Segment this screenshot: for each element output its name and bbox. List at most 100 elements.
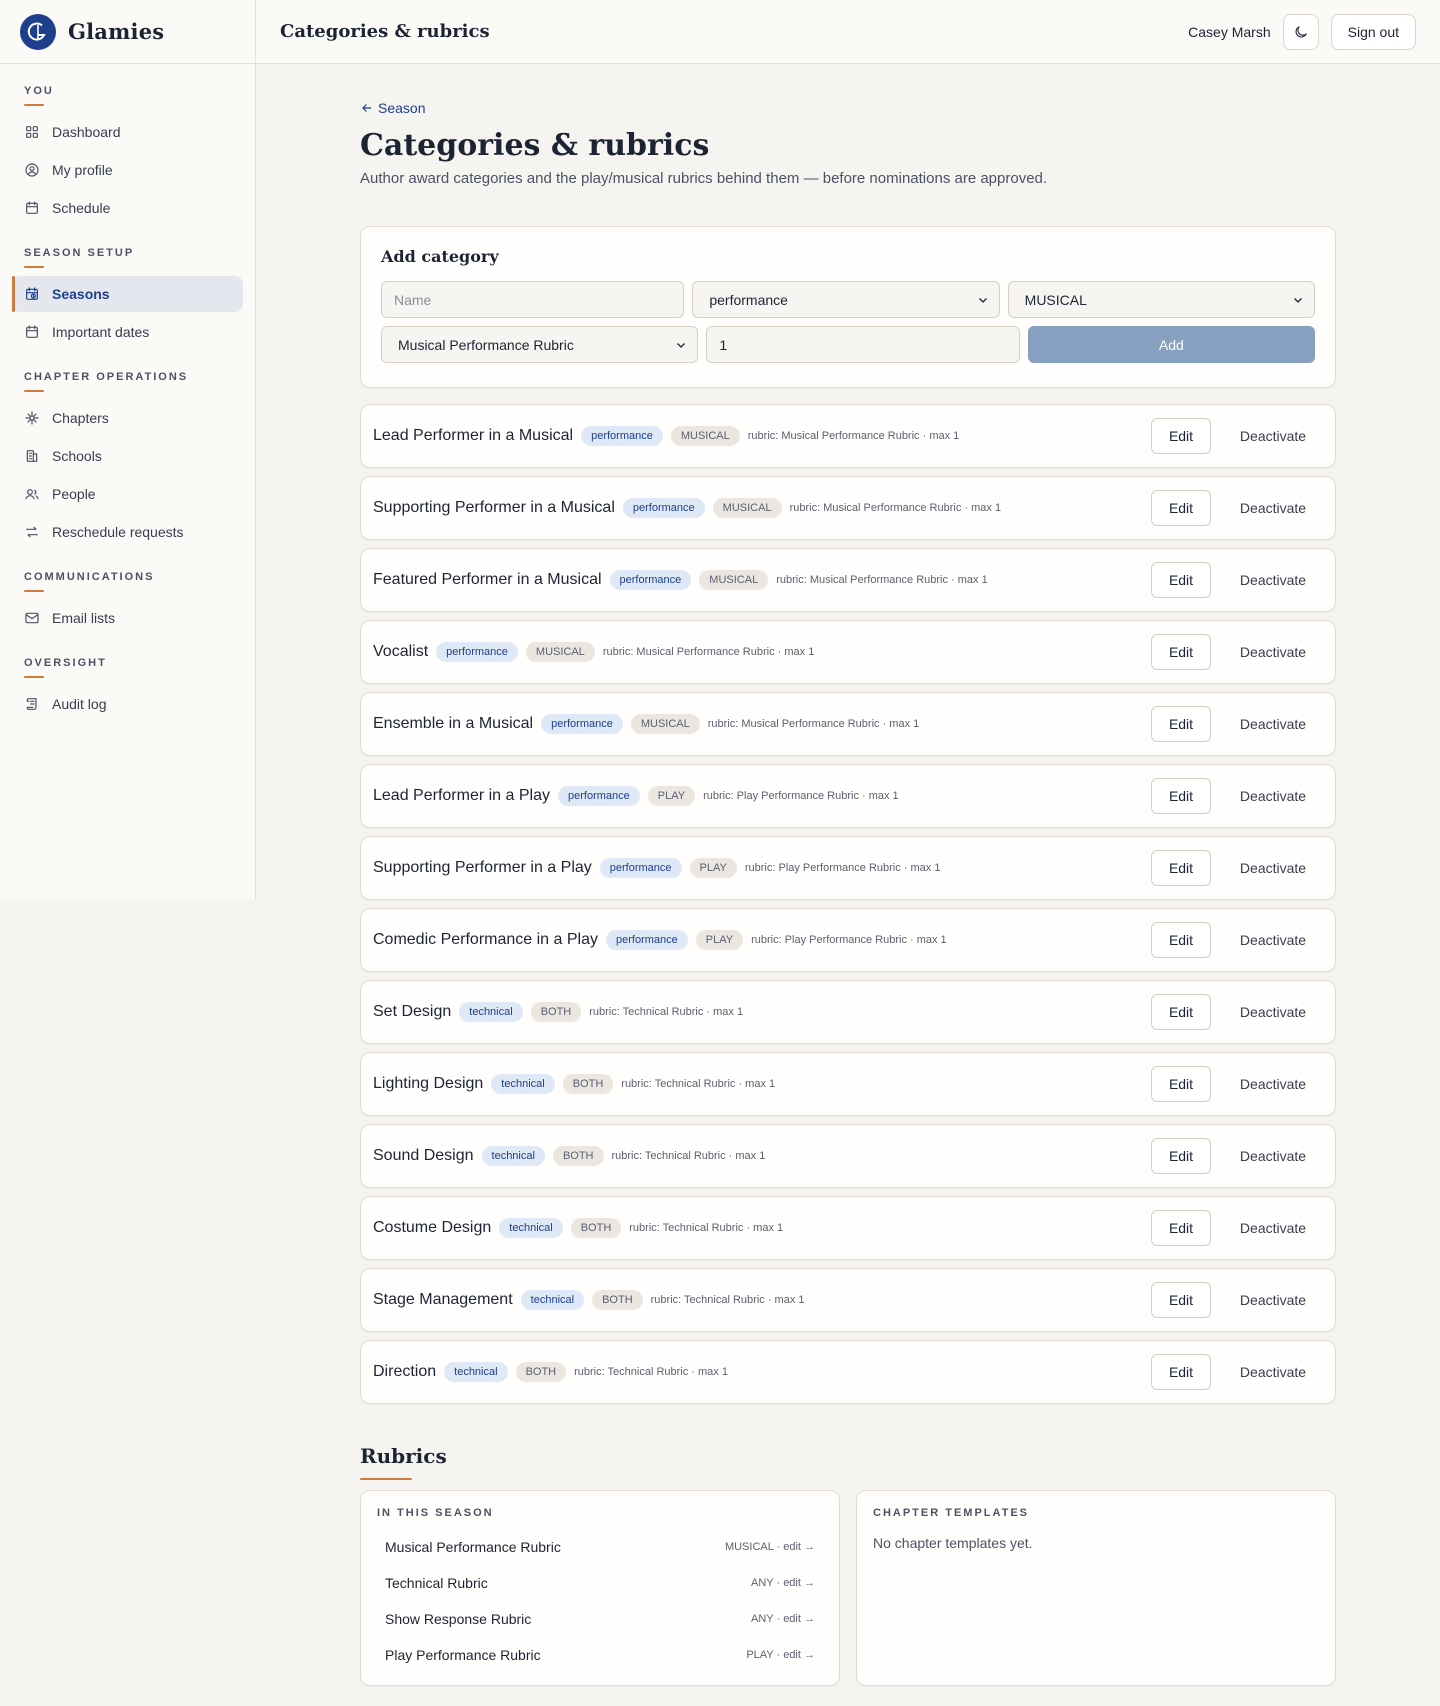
edit-category-button[interactable]: Edit (1151, 778, 1211, 814)
sign-out-button[interactable]: Sign out (1330, 13, 1416, 50)
season-rubric-list: Musical Performance Rubric MUSICAL · edit… (377, 1529, 823, 1673)
edit-category-button[interactable]: Edit (1151, 994, 1211, 1030)
category-type-badge: performance (609, 570, 692, 590)
chevron-down-icon (677, 343, 686, 348)
category-name: Ensemble in a Musical (373, 715, 534, 732)
category-name: Set Design (373, 1003, 452, 1020)
theme-toggle-button[interactable] (1282, 13, 1319, 50)
deactivate-category-button[interactable]: Deactivate (1223, 1138, 1323, 1174)
sidebar-item-schedule[interactable]: Schedule (12, 190, 243, 226)
category-row: Supporting Performer in a Musical perform… (360, 476, 1336, 540)
sidebar-item-label: Email lists (52, 610, 116, 626)
rubric-edit-link[interactable]: MUSICAL · edit → (725, 1541, 815, 1553)
category-name: Costume Design (373, 1219, 492, 1236)
deactivate-category-button[interactable]: Deactivate (1223, 1210, 1323, 1246)
category-rubric-meta: rubric: Musical Performance Rubric · max… (707, 718, 920, 730)
deactivate-category-button[interactable]: Deactivate (1223, 562, 1323, 598)
category-name: Lead Performer in a Musical (373, 427, 574, 444)
sidebar-item-label: My profile (52, 162, 113, 178)
sidebar-item-people[interactable]: People (12, 476, 243, 512)
brand-name: Glamies (68, 19, 165, 44)
sidebar-item-reschedule-requests[interactable]: Reschedule requests (12, 514, 243, 550)
category-rubric-meta: rubric: Technical Rubric · max 1 (611, 1150, 766, 1162)
rubric-edit-link[interactable]: ANY · edit → (751, 1577, 815, 1589)
deactivate-category-button[interactable]: Deactivate (1223, 922, 1323, 958)
category-type-badge: technical (481, 1146, 545, 1166)
edit-category-button[interactable]: Edit (1151, 490, 1211, 526)
brand[interactable]: Glamies (0, 0, 255, 64)
category-name-input[interactable]: Name (381, 281, 685, 318)
deactivate-category-button[interactable]: Deactivate (1223, 490, 1323, 526)
rubric-list-item[interactable]: Musical Performance Rubric MUSICAL · edit… (377, 1529, 823, 1565)
sidebar-item-seasons[interactable]: Seasons (12, 276, 243, 312)
sidebar-item-audit-log[interactable]: Audit log (12, 686, 243, 722)
rubric-list-item[interactable]: Technical Rubric ANY · edit → (377, 1565, 823, 1601)
category-kind-badge: BOTH (570, 1218, 622, 1238)
deactivate-category-button[interactable]: Deactivate (1223, 706, 1323, 742)
category-max-input[interactable]: 1 (706, 326, 1020, 363)
rubrics-title: Rubrics (360, 1444, 447, 1468)
nav-section: COMMUNICATIONS Email lists (0, 568, 255, 636)
category-name: Sound Design (373, 1147, 474, 1164)
category-rubric-select[interactable]: Musical Performance Rubric (381, 326, 699, 363)
category-rubric-meta: rubric: Technical Rubric · max 1 (629, 1222, 784, 1234)
mail-icon (24, 610, 40, 626)
edit-category-button[interactable]: Edit (1151, 1282, 1211, 1318)
deactivate-category-button[interactable]: Deactivate (1223, 418, 1323, 454)
building-icon (24, 448, 40, 464)
deactivate-category-button[interactable]: Deactivate (1223, 1066, 1323, 1102)
category-name: Lighting Design (373, 1075, 484, 1092)
edit-category-button[interactable]: Edit (1151, 634, 1211, 670)
sidebar-item-my-profile[interactable]: My profile (12, 152, 243, 188)
sidebar-item-label: Dashboard (52, 124, 121, 140)
category-type-badge: performance (599, 858, 682, 878)
edit-category-button[interactable]: Edit (1151, 922, 1211, 958)
back-to-season-link[interactable]: Season (360, 96, 425, 120)
sidebar-item-chapters[interactable]: Chapters (12, 400, 243, 436)
sidebar-item-important-dates[interactable]: Important dates (12, 314, 243, 350)
deactivate-category-button[interactable]: Deactivate (1223, 778, 1323, 814)
rubric-name: Show Response Rubric (385, 1611, 532, 1627)
deactivate-category-button[interactable]: Deactivate (1223, 994, 1323, 1030)
page-subtitle: Author award categories and the play/mus… (360, 170, 1048, 187)
nav-section-heading: OVERSIGHT (24, 657, 107, 669)
deactivate-category-button[interactable]: Deactivate (1223, 1354, 1323, 1390)
category-type-select[interactable]: performance (692, 281, 1000, 318)
sidebar-item-email-lists[interactable]: Email lists (12, 600, 243, 636)
chapter-templates-empty: No chapter templates yet. (873, 1535, 1033, 1551)
sidebar-item-dashboard[interactable]: Dashboard (12, 114, 243, 150)
edit-category-button[interactable]: Edit (1151, 1210, 1211, 1246)
deactivate-category-button[interactable]: Deactivate (1223, 1282, 1323, 1318)
nav-section: OVERSIGHT Audit log (0, 654, 255, 722)
category-name: Supporting Performer in a Play (373, 859, 592, 876)
edit-category-button[interactable]: Edit (1151, 706, 1211, 742)
category-kind-badge: MUSICAL (630, 714, 700, 734)
edit-category-button[interactable]: Edit (1151, 418, 1211, 454)
deactivate-category-button[interactable]: Deactivate (1223, 634, 1323, 670)
rubric-list-item[interactable]: Play Performance Rubric PLAY · edit → (377, 1637, 823, 1673)
rubrics-accent-line (360, 1478, 412, 1480)
deactivate-category-button[interactable]: Deactivate (1223, 850, 1323, 886)
add-category-button[interactable]: Add (1027, 326, 1315, 363)
rubric-name: Technical Rubric (385, 1575, 488, 1591)
user-name: Casey Marsh (1188, 23, 1271, 40)
calendar-icon (24, 324, 40, 340)
rubric-list-item[interactable]: Show Response Rubric ANY · edit → (377, 1601, 823, 1637)
edit-category-button[interactable]: Edit (1151, 1354, 1211, 1390)
user-circle-icon (24, 162, 40, 178)
edit-category-button[interactable]: Edit (1151, 562, 1211, 598)
edit-category-button[interactable]: Edit (1151, 1066, 1211, 1102)
rubric-edit-link[interactable]: ANY · edit → (751, 1613, 815, 1625)
sidebar-item-label: Important dates (52, 324, 150, 340)
sidebar-item-schools[interactable]: Schools (12, 438, 243, 474)
sidebar-item-label: Schools (52, 448, 102, 464)
nav-accent-line (24, 104, 44, 106)
topbar: Categories & rubrics Casey Marsh Sign ou… (256, 0, 1440, 64)
chevron-down-icon (1294, 298, 1302, 303)
rubric-edit-link[interactable]: PLAY · edit → (746, 1649, 815, 1661)
edit-category-button[interactable]: Edit (1151, 1138, 1211, 1174)
category-kind-select[interactable]: MUSICAL (1007, 281, 1315, 318)
category-type-badge: technical (491, 1074, 555, 1094)
category-row: Costume Design technical BOTH rubric: Techn… (360, 1196, 1336, 1260)
edit-category-button[interactable]: Edit (1151, 850, 1211, 886)
